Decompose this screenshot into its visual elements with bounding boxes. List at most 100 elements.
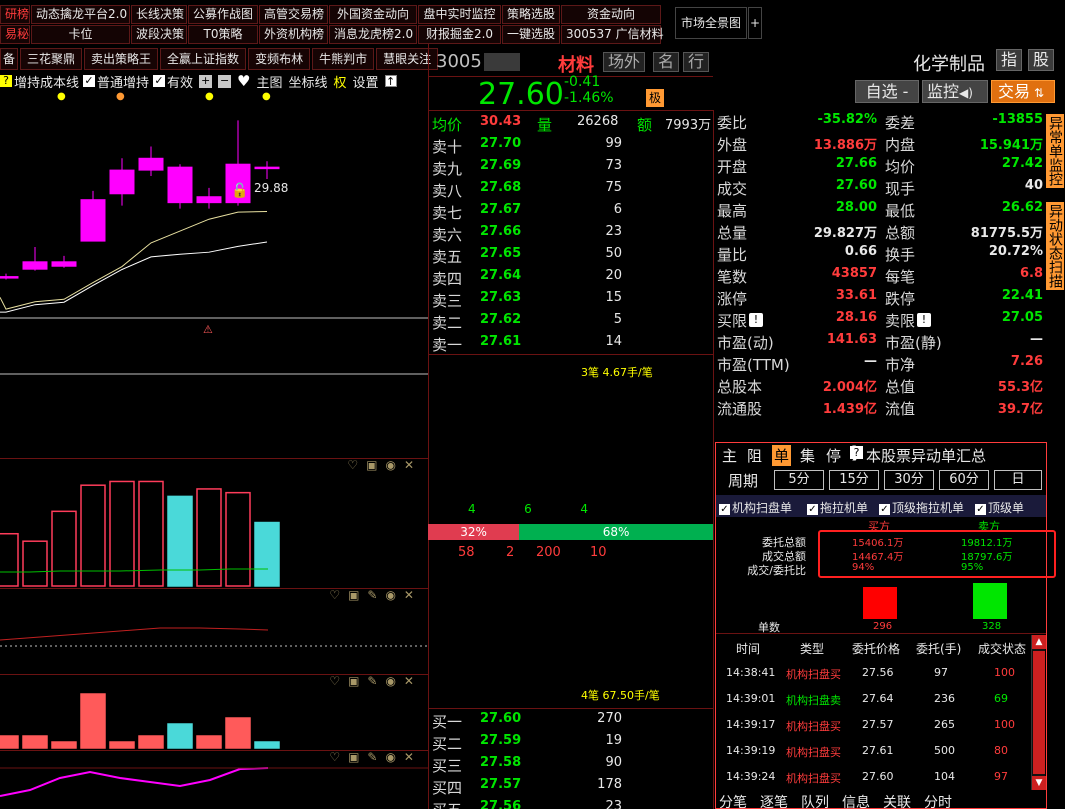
effective-checkbox[interactable]: ✓ <box>153 75 166 87</box>
tab-queue[interactable]: 队列 <box>801 795 829 809</box>
market-overview-button[interactable]: 市场全景图 <box>675 7 747 39</box>
col-price[interactable]: 委托价格 <box>852 640 900 657</box>
ask-row[interactable]: 卖十 27.70 99 <box>432 136 712 158</box>
bid-row[interactable]: 买五 27.56 23 <box>432 799 712 809</box>
nav-item[interactable]: 高管交易榜 <box>259 5 328 24</box>
filter-top-order[interactable]: ✓ 顶级单 <box>975 499 1024 516</box>
ask-row[interactable]: 卖六 27.66 23 <box>432 224 712 246</box>
strategy-tab[interactable]: 三花聚鼎 <box>20 48 83 70</box>
tab-orders[interactable]: 单 <box>772 445 792 466</box>
nav-item[interactable]: 财报掘金2.0 <box>418 25 501 44</box>
main-chart-button[interactable]: 主图 <box>257 72 283 91</box>
bid-row[interactable]: 买二 27.59 19 <box>432 733 712 755</box>
strategy-tab[interactable]: 牛熊判市 <box>312 48 375 70</box>
tab-main[interactable]: 主 <box>722 445 737 466</box>
indicator-controls[interactable]: ♡▣✎◉✕ <box>329 588 422 602</box>
nav-item[interactable]: 策略选股 <box>502 5 560 24</box>
period-30m[interactable]: 30分 <box>884 470 934 490</box>
scroll-thumb[interactable] <box>1033 651 1045 774</box>
indicator-controls[interactable]: ♡▣◉✕ <box>347 458 422 472</box>
nav-item[interactable]: T0策略 <box>188 25 258 44</box>
summary-button[interactable]: 本股票异动单汇总 <box>866 445 986 466</box>
tab-halt[interactable]: 停 <box>826 445 841 466</box>
period-day[interactable]: 日 <box>994 470 1042 490</box>
settings-button[interactable]: 设置 <box>353 72 379 91</box>
watchlist-button[interactable]: 自选 - <box>855 80 919 103</box>
filter-tractor[interactable]: ✓ 拖拉机单 <box>807 499 868 516</box>
nav-item[interactable]: 卡位 <box>31 25 130 44</box>
period-15m[interactable]: 15分 <box>829 470 879 490</box>
order-row[interactable]: 14:39:17 机构扫盘买 27.57 265 100 <box>716 718 1030 738</box>
stock-button[interactable]: 股 <box>1028 49 1055 71</box>
nav-item[interactable]: 一键选股 <box>502 25 560 44</box>
nav-item[interactable]: 波段决策 <box>131 25 187 44</box>
zoom-in-icon[interactable]: + <box>199 74 213 88</box>
nav-item[interactable]: 盘中实时监控 <box>418 5 501 24</box>
tab-related[interactable]: 关联 <box>883 795 911 809</box>
bid-row[interactable]: 买三 27.58 90 <box>432 755 712 777</box>
industry-button[interactable]: 行 <box>683 52 710 72</box>
help-icon[interactable]: ? <box>850 446 863 459</box>
nav-item[interactable]: 外国资金动向 <box>329 5 417 24</box>
alert-icon[interactable]: ! <box>917 313 931 327</box>
name-button[interactable]: 名 <box>653 52 680 72</box>
right-button[interactable]: 权 <box>334 72 347 91</box>
ask-row[interactable]: 卖三 27.63 15 <box>432 290 712 312</box>
tab-trade-by-trade[interactable]: 逐笔 <box>760 795 788 809</box>
sector-name[interactable]: 化学制品 <box>913 50 985 76</box>
help-icon[interactable]: ? <box>0 75 12 87</box>
ask-row[interactable]: 卖一 27.61 14 <box>432 334 712 356</box>
col-time[interactable]: 时间 <box>736 640 760 657</box>
strategy-tab[interactable]: 变频布林 <box>248 48 311 70</box>
period-60m[interactable]: 60分 <box>939 470 989 490</box>
ask-row[interactable]: 卖九 27.69 73 <box>432 158 712 180</box>
strategy-tab[interactable]: 卖出策略王 <box>84 48 159 70</box>
nav-item[interactable]: 动态擒龙平台2.0 <box>31 5 130 24</box>
nav-item[interactable]: 长线决策 <box>131 5 187 24</box>
nav-item[interactable]: 消息龙虎榜2.0 <box>329 25 417 44</box>
col-fill[interactable]: 成交状态 <box>978 640 1026 657</box>
tab-intraday[interactable]: 分时 <box>924 795 952 809</box>
ask-row[interactable]: 卖五 27.65 50 <box>432 246 712 268</box>
abnormal-monitor-tag[interactable]: 异常单监控 <box>1046 114 1064 188</box>
limit-badge[interactable]: 极 <box>646 89 664 107</box>
tab-collect[interactable]: 集 <box>800 445 815 466</box>
alert-icon[interactable]: ! <box>749 313 763 327</box>
filter-top-tractor[interactable]: ✓ 顶级拖拉机单 <box>879 499 964 516</box>
bid-row[interactable]: 买一 27.60 270 <box>432 711 712 733</box>
trade-button[interactable]: 交易 ⇅ <box>991 80 1055 103</box>
order-row[interactable]: 14:39:01 机构扫盘卖 27.64 236 69 <box>716 692 1030 712</box>
indicator-controls[interactable]: ♡▣✎◉✕ <box>329 750 422 764</box>
ask-row[interactable]: 卖七 27.67 6 <box>432 202 712 224</box>
scroll-up-icon[interactable]: ▲ <box>1032 635 1046 649</box>
zoom-out-icon[interactable]: − <box>218 74 232 88</box>
period-5m[interactable]: 5分 <box>774 470 824 490</box>
strategy-tab[interactable]: 备 <box>0 48 19 70</box>
tab-info[interactable]: 信息 <box>842 795 870 809</box>
bid-row[interactable]: 买四 27.57 178 <box>432 777 712 799</box>
order-row[interactable]: 14:38:41 机构扫盘买 27.56 97 100 <box>716 666 1030 686</box>
monitor-button[interactable]: 监控◀) <box>922 80 988 103</box>
filter-inst-sweep[interactable]: ✓ 机构扫盘单 <box>719 499 792 516</box>
nav-item[interactable]: 易秘 <box>0 25 30 44</box>
index-button[interactable]: 指 <box>996 49 1023 71</box>
strategy-tab[interactable]: 全赢上证指数 <box>160 48 247 70</box>
nav-item[interactable]: 研榜 <box>0 5 30 24</box>
tab-resist[interactable]: 阻 <box>747 445 762 466</box>
field-button[interactable]: 场外 <box>603 52 646 72</box>
nav-item[interactable]: 300537 广信材料 <box>561 25 664 44</box>
order-scrollbar[interactable]: ▲ ▼ <box>1031 635 1046 790</box>
add-tab-button[interactable]: + <box>748 7 762 39</box>
nav-item[interactable]: 资金动向 <box>561 5 661 24</box>
nav-item[interactable]: 公募作战图 <box>188 5 258 24</box>
col-type[interactable]: 类型 <box>800 640 824 657</box>
indicator-controls[interactable]: ♡▣✎◉✕ <box>329 674 422 688</box>
ask-row[interactable]: 卖四 27.64 20 <box>432 268 712 290</box>
tab-tick[interactable]: 分笔 <box>719 795 747 809</box>
movement-scan-tag[interactable]: 异动状态扫描 <box>1046 202 1064 290</box>
normal-checkbox[interactable]: ✓ <box>83 75 96 87</box>
collapse-icon[interactable]: ↑ <box>384 75 397 88</box>
order-row[interactable]: 14:39:19 机构扫盘买 27.61 500 80 <box>716 744 1030 764</box>
heart-icon[interactable]: ♥ <box>237 72 250 90</box>
axis-button[interactable]: 坐标线 <box>289 72 328 91</box>
